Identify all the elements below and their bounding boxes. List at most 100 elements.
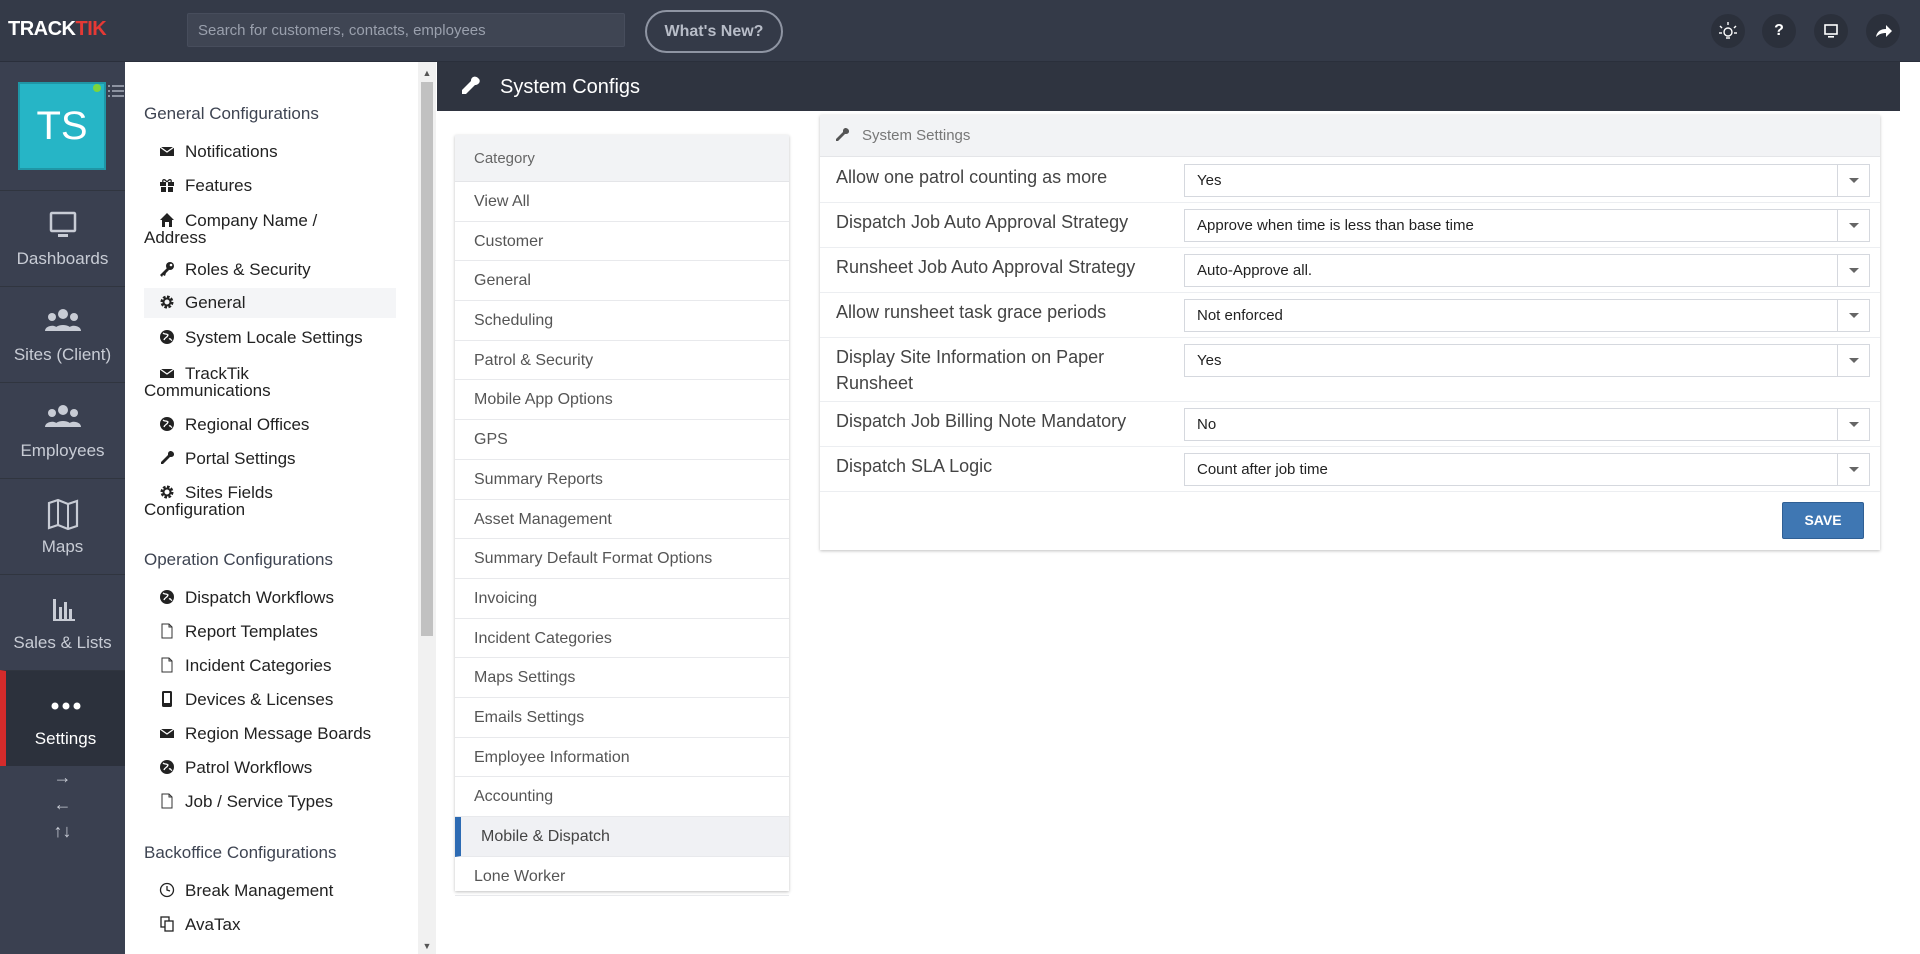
select-value: Count after job time [1197,461,1328,478]
setting-row: Dispatch Job Auto Approval Strategy Appr… [820,203,1880,248]
chevron-down-icon[interactable] [1837,255,1869,286]
tracktik-logo[interactable]: TRACKTIK [8,18,107,41]
key-icon [159,261,175,277]
menu-item-notifications[interactable]: Notifications [144,142,396,162]
chevron-down-icon[interactable] [1837,300,1869,331]
scroll-up-arrow-icon[interactable]: ▲ [422,68,432,78]
menu-item-avatax[interactable]: AvaTax [144,915,396,935]
collapse-arrow-icon[interactable]: ← [0,791,125,818]
runsheet-auto-approval-select[interactable]: Auto-Approve all. [1184,254,1870,287]
menu-item-incident-categories[interactable]: Incident Categories [144,656,396,676]
nav-settings[interactable]: Settings [0,670,125,766]
nav-dashboards[interactable]: Dashboards [0,190,125,286]
right-gutter [1900,62,1920,954]
select-value: Approve when time is less than base time [1197,217,1474,234]
category-summary-reports[interactable]: Summary Reports [455,460,789,500]
menu-item-company-name-address[interactable]: Company Name / Address [144,212,396,246]
setting-label: Dispatch Job Auto Approval Strategy [836,212,1129,232]
setting-label: Allow one patrol counting as more [836,167,1108,187]
menu-item-sites-fields-configuration[interactable]: Sites Fields Configuration [144,484,396,518]
save-button[interactable]: SAVE [1782,502,1864,539]
share-icon[interactable] [1866,14,1900,48]
file-icon [159,623,175,639]
chevron-down-icon[interactable] [1837,165,1869,196]
select-value: Not enforced [1197,307,1283,324]
category-accounting[interactable]: Accounting [455,777,789,817]
menu-item-break-management[interactable]: Break Management [144,881,396,901]
category-general[interactable]: General [455,261,789,302]
menu-item-dispatch-workflows[interactable]: Dispatch Workflows [144,588,396,608]
dispatch-auto-approval-select[interactable]: Approve when time is less than base time [1184,209,1870,242]
menu-item-system-locale-settings[interactable]: System Locale Settings [144,328,396,348]
settings-menu: General Configurations Notifications Fea… [125,62,437,954]
expand-arrow-icon[interactable]: → [0,764,125,791]
category-mobile-dispatch[interactable]: Mobile & Dispatch [455,817,789,857]
section-operation-configurations: Operation Configurations [144,550,334,569]
chevron-down-icon[interactable] [1837,345,1869,376]
display-site-info-select[interactable]: Yes [1184,344,1870,377]
category-scheduling[interactable]: Scheduling [455,301,789,341]
category-mobile-app-options[interactable]: Mobile App Options [455,380,789,421]
monitor-icon[interactable] [1814,14,1848,48]
billing-note-mandatory-select[interactable]: No [1184,408,1870,441]
map-icon [47,498,78,531]
category-asset-management[interactable]: Asset Management [455,500,789,540]
category-summary-default-format-options[interactable]: Summary Default Format Options [455,539,789,579]
category-maps-settings[interactable]: Maps Settings [455,658,789,698]
menu-item-roles-security[interactable]: Roles & Security [144,260,396,280]
user-avatar[interactable]: TS [18,82,106,170]
menu-item-portal-settings[interactable]: Portal Settings [144,449,396,469]
menu-item-patrol-workflows[interactable]: Patrol Workflows [144,758,396,778]
lightbulb-icon[interactable] [1711,14,1745,48]
category-employee-information[interactable]: Employee Information [455,738,789,778]
category-view-all[interactable]: View All [455,182,789,222]
nav-maps[interactable]: Maps [0,478,125,574]
menu-scrollbar[interactable]: ▲ ▼ [418,62,436,954]
menu-item-tracktik-communications[interactable]: TrackTik Communications [144,365,396,399]
chevron-down-icon[interactable] [1837,210,1869,241]
wrench-icon [159,450,175,466]
menu-item-features[interactable]: Features [144,176,396,196]
global-search-input[interactable]: Search for customers, contacts, employee… [187,13,625,47]
left-navigation: TS Dashboards Sites (Client) Employees M… [0,62,125,954]
section-backoffice-configurations: Backoffice Configurations [144,843,337,862]
menu-item-region-message-boards[interactable]: Region Message Boards [144,724,396,744]
category-incident-categories[interactable]: Incident Categories [455,619,789,659]
chevron-down-icon[interactable] [1837,454,1869,485]
setting-row: Dispatch SLA Logic Count after job time [820,447,1880,492]
globe-icon [159,416,175,432]
globe-icon [159,589,175,605]
menu-item-regional-offices[interactable]: Regional Offices [144,415,396,435]
system-settings-title: System Settings [862,127,971,144]
sort-arrows-icon[interactable]: ↑↓ [0,818,125,845]
page-header: System Configs [437,62,1900,111]
menu-item-report-templates[interactable]: Report Templates [144,622,396,642]
setting-row: Runsheet Job Auto Approval Strategy Auto… [820,248,1880,293]
whats-new-button[interactable]: What's New? [645,10,783,53]
nav-employees[interactable]: Employees [0,382,125,478]
category-emails-settings[interactable]: Emails Settings [455,698,789,738]
category-lone-worker[interactable]: Lone Worker [455,857,789,897]
file-icon [159,793,175,809]
system-settings-panel: System Settings Allow one patrol countin… [820,115,1880,550]
runsheet-grace-periods-select[interactable]: Not enforced [1184,299,1870,332]
category-customer[interactable]: Customer [455,222,789,262]
scroll-down-arrow-icon[interactable]: ▼ [422,941,432,951]
nav-sites-client[interactable]: Sites (Client) [0,286,125,382]
category-gps[interactable]: GPS [455,420,789,460]
menu-item-general[interactable]: General [144,288,396,318]
category-patrol-security[interactable]: Patrol & Security [455,341,789,381]
help-icon[interactable]: ? [1762,14,1796,48]
nav-sales-lists[interactable]: Sales & Lists [0,574,125,670]
group-icon [44,309,81,331]
chevron-down-icon[interactable] [1837,409,1869,440]
menu-item-job-service-types[interactable]: Job / Service Types [144,792,396,812]
setting-row: Allow one patrol counting as more Yes [820,158,1880,203]
category-invoicing[interactable]: Invoicing [455,579,789,619]
envelope-icon [159,725,175,741]
dispatch-sla-logic-select[interactable]: Count after job time [1184,453,1870,486]
scrollbar-thumb[interactable] [421,82,433,636]
allow-one-patrol-select[interactable]: Yes [1184,164,1870,197]
list-icon[interactable] [108,84,124,98]
menu-item-devices-licenses[interactable]: Devices & Licenses [144,690,396,710]
